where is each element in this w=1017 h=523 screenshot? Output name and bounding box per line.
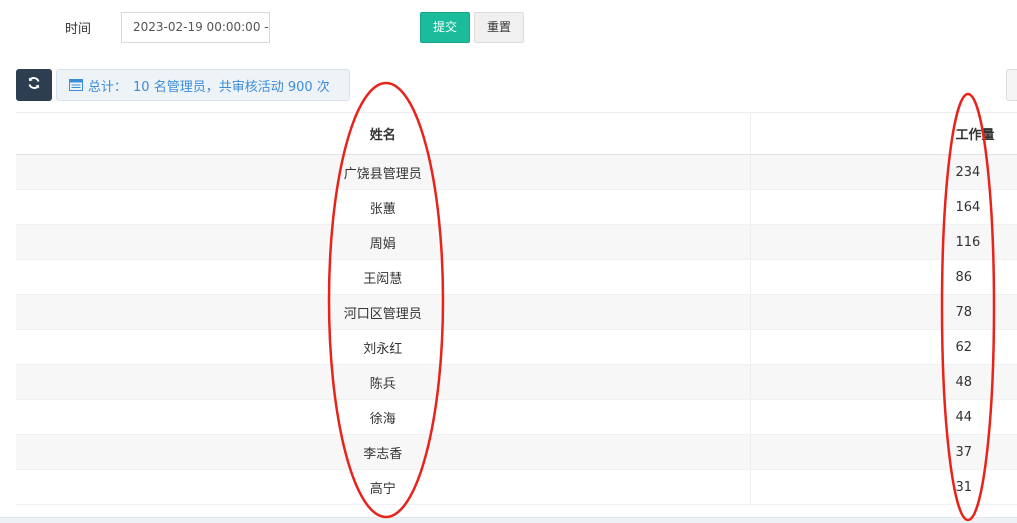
cell-name: 陈兵: [16, 364, 751, 400]
workload-table: 姓名 工作量 广饶县管理员 234 张蕙 164 周娟 116 王闳慧 86 河…: [16, 112, 1017, 505]
cell-name: 李志香: [16, 434, 751, 470]
columns-toggle-button[interactable]: [1006, 69, 1017, 101]
summary-label: 总计：: [88, 79, 128, 95]
cell-workload: 48: [750, 364, 1017, 400]
cell-workload: 44: [750, 399, 1017, 435]
table-row[interactable]: 刘永红 62: [16, 329, 1017, 365]
summary-badge: 总计： 10 名管理员，共审核活动 900 次: [56, 69, 350, 101]
cell-name: 广饶县管理员: [16, 154, 751, 190]
cell-name: 刘永红: [16, 329, 751, 365]
table-row[interactable]: 张蕙 164: [16, 189, 1017, 225]
table-row[interactable]: 徐海 44: [16, 399, 1017, 435]
time-label: 时间: [65, 22, 92, 37]
refresh-icon: [27, 76, 41, 94]
table-header-row: 姓名 工作量: [16, 112, 1017, 155]
cell-workload: 164: [750, 189, 1017, 225]
reset-button[interactable]: 重置: [474, 12, 524, 43]
refresh-button[interactable]: [16, 69, 52, 101]
table-row[interactable]: 王闳慧 86: [16, 259, 1017, 295]
cell-workload: 37: [750, 434, 1017, 470]
content-panel: 时间 2023-02-19 00:00:00 - 2023- 提交 重置 总计：…: [0, 0, 1017, 518]
cell-name: 王闳慧: [16, 259, 751, 295]
table-row[interactable]: 周娟 116: [16, 224, 1017, 260]
cell-name: 高宁: [16, 469, 751, 505]
table-row[interactable]: 李志香 37: [16, 434, 1017, 470]
column-header-name[interactable]: 姓名: [16, 112, 751, 155]
cell-workload: 234: [750, 154, 1017, 190]
list-icon: [69, 79, 83, 91]
summary-text: 10 名管理员，共审核活动 900 次: [133, 79, 330, 95]
cell-workload: 78: [750, 294, 1017, 330]
table-row[interactable]: 高宁 31: [16, 469, 1017, 505]
cell-name: 河口区管理员: [16, 294, 751, 330]
cell-name: 周娟: [16, 224, 751, 260]
cell-workload: 116: [750, 224, 1017, 260]
column-header-workload[interactable]: 工作量: [750, 112, 1017, 155]
cell-name: 张蕙: [16, 189, 751, 225]
cell-workload: 31: [750, 469, 1017, 505]
submit-button[interactable]: 提交: [420, 12, 470, 43]
table-row[interactable]: 广饶县管理员 234: [16, 154, 1017, 190]
table-row[interactable]: 河口区管理员 78: [16, 294, 1017, 330]
time-range-input[interactable]: 2023-02-19 00:00:00 - 2023-: [121, 12, 270, 43]
cell-workload: 86: [750, 259, 1017, 295]
cell-workload: 62: [750, 329, 1017, 365]
cell-name: 徐海: [16, 399, 751, 435]
table-row[interactable]: 陈兵 48: [16, 364, 1017, 400]
